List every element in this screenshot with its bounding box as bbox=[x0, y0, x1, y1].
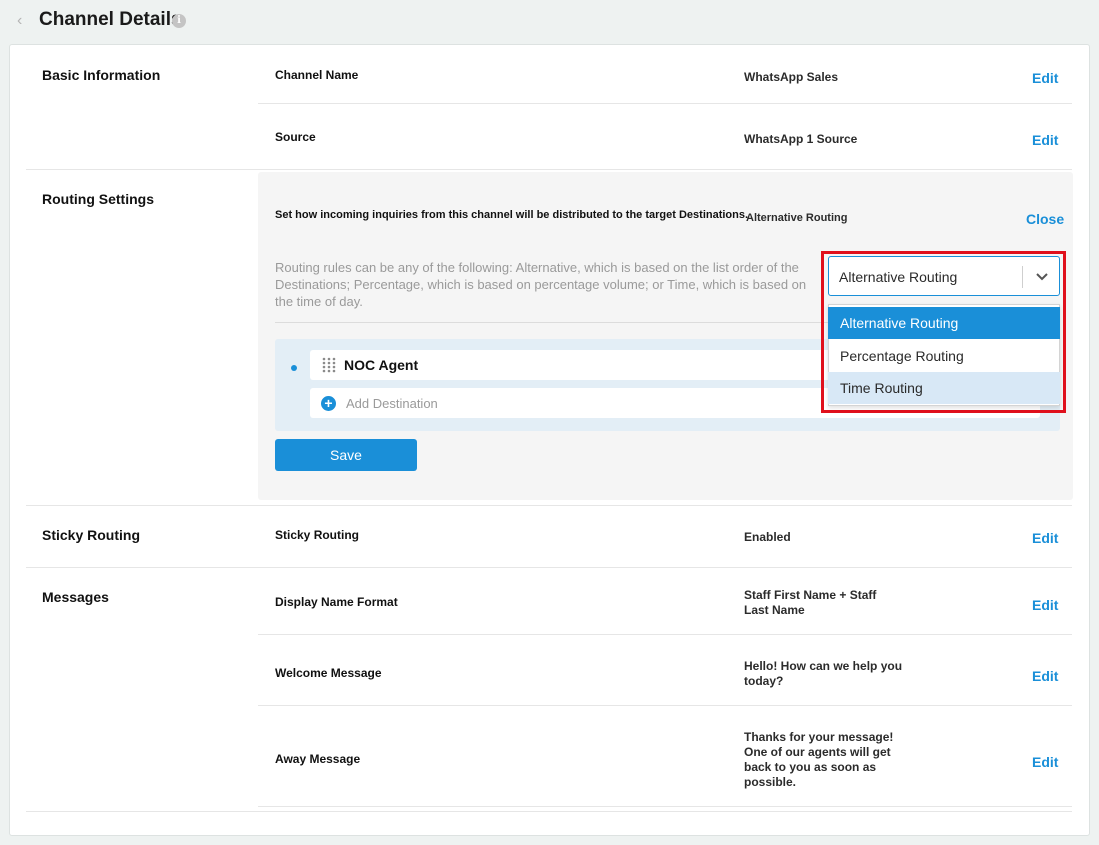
destination-name: NOC Agent bbox=[344, 357, 419, 373]
divider bbox=[258, 705, 1072, 706]
welcome-message-label: Welcome Message bbox=[275, 666, 382, 680]
select-separator bbox=[1022, 266, 1023, 288]
routing-value: Alternative Routing bbox=[746, 212, 848, 224]
sticky-routing-edit-button[interactable]: Edit bbox=[1032, 530, 1058, 546]
source-label: Source bbox=[275, 130, 316, 144]
away-message-edit-button[interactable]: Edit bbox=[1032, 754, 1058, 770]
add-destination-label: Add Destination bbox=[346, 396, 438, 411]
welcome-message-value: Hello! How can we help you today? bbox=[744, 659, 903, 688]
divider bbox=[258, 634, 1072, 635]
routing-description: Routing rules can be any of the followin… bbox=[275, 260, 807, 309]
save-button[interactable]: Save bbox=[275, 439, 417, 471]
routing-close-button[interactable]: Close bbox=[1026, 211, 1064, 227]
divider bbox=[26, 169, 1072, 170]
divider bbox=[26, 811, 1072, 812]
back-chevron-icon[interactable]: ‹ bbox=[17, 12, 22, 30]
option-alternative-routing[interactable]: Alternative Routing bbox=[828, 307, 1060, 339]
away-message-value: Thanks for your message! One of our agen… bbox=[744, 730, 894, 789]
display-name-format-edit-button[interactable]: Edit bbox=[1032, 597, 1058, 613]
plus-circle-icon[interactable]: + bbox=[321, 396, 336, 411]
routing-label: Set how incoming inquiries from this cha… bbox=[275, 209, 749, 221]
away-message-label: Away Message bbox=[275, 752, 361, 766]
drag-handle-icon[interactable] bbox=[322, 357, 336, 373]
welcome-message-edit-button[interactable]: Edit bbox=[1032, 668, 1058, 684]
section-title-routing-settings: Routing Settings bbox=[42, 191, 154, 207]
routing-select-value: Alternative Routing bbox=[839, 269, 958, 285]
divider bbox=[258, 103, 1072, 104]
display-name-format-value: Staff First Name + Staff Last Name bbox=[744, 588, 877, 617]
section-title-sticky-routing: Sticky Routing bbox=[42, 527, 141, 543]
divider bbox=[258, 806, 1072, 807]
display-name-format-label: Display Name Format bbox=[275, 595, 398, 609]
divider bbox=[26, 505, 1072, 506]
source-value: WhatsApp 1 Source bbox=[744, 132, 858, 146]
divider bbox=[26, 567, 1072, 568]
channel-name-label: Channel Name bbox=[275, 68, 359, 82]
section-title-basic-information: Basic Information bbox=[42, 67, 161, 83]
bullet-dot-icon bbox=[291, 365, 297, 371]
channel-name-value: WhatsApp Sales bbox=[744, 70, 839, 84]
source-edit-button[interactable]: Edit bbox=[1032, 132, 1058, 148]
sticky-routing-value: Enabled bbox=[744, 530, 791, 544]
page-title: Channel Details bbox=[39, 9, 182, 30]
sticky-routing-label: Sticky Routing bbox=[275, 528, 360, 542]
option-percentage-routing[interactable]: Percentage Routing bbox=[828, 340, 1060, 372]
chevron-down-icon[interactable] bbox=[1034, 268, 1050, 284]
channel-name-edit-button[interactable]: Edit bbox=[1032, 70, 1058, 86]
info-icon[interactable]: i bbox=[172, 14, 186, 28]
option-time-routing[interactable]: Time Routing bbox=[828, 372, 1060, 404]
section-title-messages: Messages bbox=[42, 589, 109, 605]
page-header: ‹ Channel Details i bbox=[0, 0, 1099, 44]
